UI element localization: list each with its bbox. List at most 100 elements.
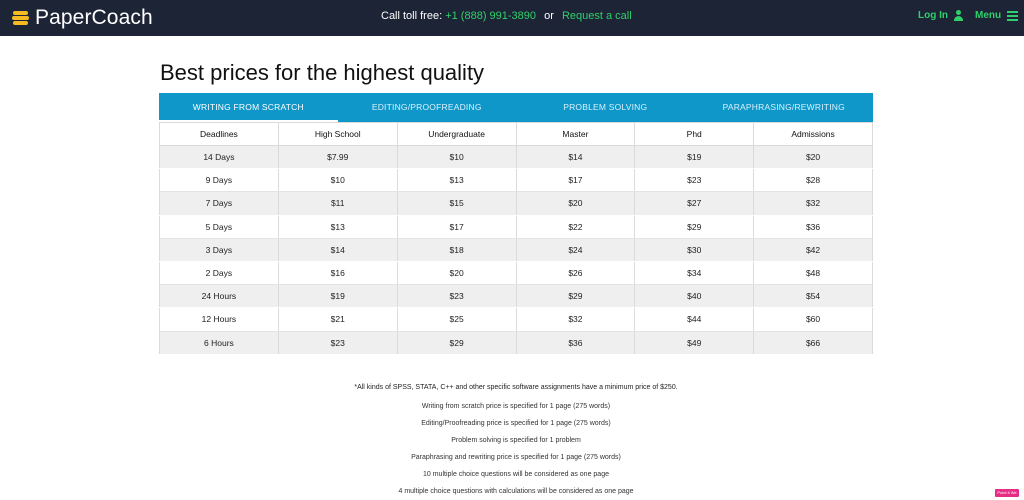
column-header-deadlines: Deadlines: [159, 122, 279, 146]
table-cell: $23: [278, 331, 398, 355]
table-cell: $32: [516, 307, 636, 332]
pricing-notes: *All kinds of SPSS, STATA, C++ and other…: [159, 383, 873, 500]
menu-label: Menu: [975, 10, 1002, 21]
table-cell: $17: [516, 168, 636, 193]
note-editing-proofreading: Editing/Proofreading price is specified …: [421, 420, 611, 427]
table-cell: $36: [753, 214, 873, 239]
top-navigation-bar: PaperCoach Call toll free: +1 (888) 991-…: [0, 0, 1024, 36]
table-row: 7 Days $11 $15 $20 $27 $32: [159, 191, 873, 216]
corner-badge[interactable]: Point it We: [995, 489, 1019, 497]
table-cell: $17: [397, 214, 517, 239]
table-row: 9 Days $10 $13 $17 $23 $28: [159, 168, 873, 193]
table-cell: $23: [397, 284, 517, 309]
call-label: Call toll free:: [381, 10, 443, 22]
table-cell: $28: [753, 168, 873, 193]
table-cell: $60: [753, 307, 873, 332]
table-row: 24 Hours $19 $23 $29 $40 $54: [159, 284, 873, 309]
tab-writing-from-scratch[interactable]: WRITING FROM SCRATCH: [159, 93, 338, 122]
table-cell: $10: [397, 145, 517, 170]
table-cell: $25: [397, 307, 517, 332]
table-cell: $54: [753, 284, 873, 309]
table-cell: $49: [634, 331, 755, 355]
table-cell: $20: [397, 260, 517, 286]
or-label: or: [544, 10, 554, 22]
table-cell: $29: [634, 214, 755, 239]
table-cell: $26: [516, 260, 636, 286]
table-cell: $19: [634, 145, 755, 170]
table-row: 2 Days $16 $20 $26 $34 $48: [159, 260, 873, 286]
logo-text: PaperCoach: [35, 6, 153, 29]
table-cell: 9 Days: [159, 168, 279, 193]
note-writing-from-scratch: Writing from scratch price is specified …: [421, 403, 611, 410]
table-cell: $16: [278, 260, 398, 286]
table-cell: $13: [278, 214, 398, 239]
hamburger-icon: [1007, 11, 1019, 21]
note-multiple-choice-calculations: 4 multiple choice questions with calcula…: [398, 488, 634, 495]
table-cell: $13: [397, 168, 517, 193]
table-row: 3 Days $14 $18 $24 $30 $42: [159, 238, 873, 262]
table-cell: $34: [634, 260, 755, 286]
table-cell: $19: [278, 284, 398, 309]
call-toll-free: Call toll free: +1 (888) 991-3890 or Req…: [381, 10, 632, 22]
tab-editing-proofreading[interactable]: EDITING/PROOFREADING: [338, 93, 517, 122]
table-row: 6 Hours $23 $29 $36 $49 $66: [159, 331, 873, 355]
table-cell: $11: [278, 191, 398, 216]
note-software-minimum: *All kinds of SPSS, STATA, C++ and other…: [354, 384, 678, 391]
table-cell: $32: [753, 191, 873, 216]
table-cell: $48: [753, 260, 873, 286]
table-cell: $36: [516, 331, 636, 355]
table-cell: 3 Days: [159, 238, 279, 262]
table-cell: $24: [516, 238, 636, 262]
table-cell: 6 Hours: [159, 331, 279, 355]
table-cell: $29: [516, 284, 636, 309]
table-cell: $30: [634, 238, 755, 262]
table-cell: 24 Hours: [159, 284, 279, 309]
table-cell: $18: [397, 238, 517, 262]
table-cell: 5 Days: [159, 214, 279, 239]
column-header-high-school: High School: [278, 122, 398, 146]
column-header-phd: Phd: [634, 122, 755, 146]
tab-problem-solving[interactable]: PROBLEM SOLVING: [516, 93, 695, 122]
table-row: 5 Days $13 $17 $22 $29 $36: [159, 214, 873, 239]
table-cell: $40: [634, 284, 755, 309]
table-cell: $14: [278, 238, 398, 262]
price-table: Deadlines High School Undergraduate Mast…: [159, 122, 873, 355]
page-title: Best prices for the highest quality: [160, 60, 485, 85]
table-cell: $15: [397, 191, 517, 216]
table-row: 14 Days $7.99 $10 $14 $19 $20: [159, 145, 873, 170]
table-row: 12 Hours $21 $25 $32 $44 $60: [159, 307, 873, 332]
column-header-admissions: Admissions: [753, 122, 873, 146]
table-cell: $22: [516, 214, 636, 239]
service-tabs: WRITING FROM SCRATCH EDITING/PROOFREADIN…: [159, 93, 873, 122]
table-cell: $23: [634, 168, 755, 193]
table-cell: $20: [516, 191, 636, 216]
column-header-undergraduate: Undergraduate: [397, 122, 517, 146]
login-label: Log In: [918, 10, 948, 21]
login-button[interactable]: Log In: [918, 10, 964, 21]
note-multiple-choice: 10 multiple choice questions will be con…: [422, 471, 609, 478]
table-cell: $42: [753, 238, 873, 262]
table-cell: $66: [753, 331, 873, 355]
table-cell: $44: [634, 307, 755, 332]
table-cell: 12 Hours: [159, 307, 279, 332]
table-cell: $29: [397, 331, 517, 355]
tab-paraphrasing-rewriting[interactable]: PARAPHRASING/REWRITING: [695, 93, 874, 122]
user-icon: [953, 10, 964, 21]
table-cell: $10: [278, 168, 398, 193]
phone-link[interactable]: +1 (888) 991-3890: [445, 10, 536, 22]
logo[interactable]: PaperCoach: [12, 5, 153, 31]
request-call-link[interactable]: Request a call: [562, 10, 632, 22]
note-paraphrasing-rewriting: Paraphrasing and rewriting price is spec…: [411, 454, 621, 461]
table-cell: 2 Days: [159, 260, 279, 286]
column-header-master: Master: [516, 122, 636, 146]
table-cell: $20: [753, 145, 873, 170]
logo-coins-icon: [12, 9, 30, 27]
table-cell: $14: [516, 145, 636, 170]
table-cell: $21: [278, 307, 398, 332]
note-problem-solving: Problem solving is specified for 1 probl…: [451, 437, 581, 444]
menu-button[interactable]: Menu: [975, 10, 1019, 21]
table-cell: $27: [634, 191, 755, 216]
table-cell: $7.99: [278, 145, 398, 170]
table-cell: 7 Days: [159, 191, 279, 216]
table-header-row: Deadlines High School Undergraduate Mast…: [159, 122, 873, 146]
